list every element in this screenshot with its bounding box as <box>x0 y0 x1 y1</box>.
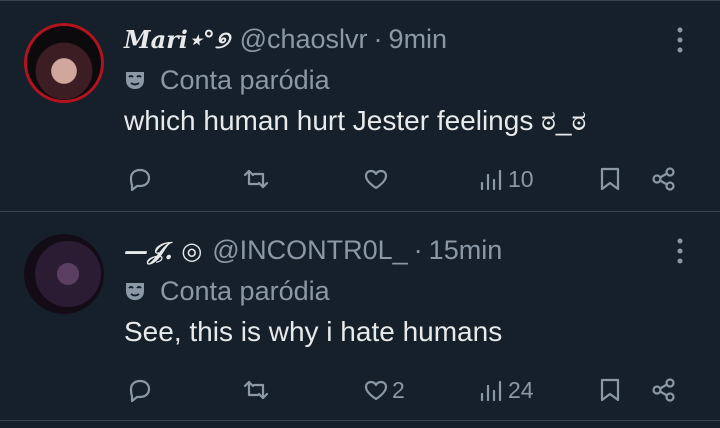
like-button[interactable] <box>362 159 390 199</box>
parody-text: Conta paródia <box>160 275 330 306</box>
parody-mask-icon <box>126 72 144 89</box>
reply-icon <box>129 379 151 403</box>
tweet[interactable]: —𝒥. ◎ @INCONTR0L_ · 15min Conta paródia … <box>0 212 720 420</box>
bookmark-button[interactable] <box>596 159 624 199</box>
tweet-text: which human hurt Jester feelings ಠ_ಠ <box>124 105 587 136</box>
views-button[interactable]: 24 <box>478 370 534 410</box>
parody-text: Conta paródia <box>160 64 330 95</box>
views-count: 10 <box>508 165 534 192</box>
retweet-button[interactable] <box>242 159 270 199</box>
tweet-actions: 2 24 <box>124 370 694 410</box>
timestamp[interactable]: 15min <box>429 235 503 266</box>
bookmark-icon <box>600 378 620 402</box>
share-button[interactable] <box>650 370 678 410</box>
retweet-button[interactable] <box>242 370 270 410</box>
timestamp[interactable]: 9min <box>389 24 448 55</box>
separator-dot: · <box>413 234 423 265</box>
more-icon[interactable] <box>670 236 690 266</box>
avatar[interactable] <box>24 234 104 314</box>
tweet[interactable]: Mari⋆°୭ @chaoslvr · 9min Conta paródia w… <box>0 1 720 211</box>
like-icon <box>364 380 388 401</box>
display-name[interactable]: —𝒥. ◎ <box>124 236 202 265</box>
reply-button[interactable] <box>126 370 154 410</box>
views-icon <box>480 169 502 191</box>
bookmark-icon <box>600 167 620 191</box>
likes-count: 2 <box>392 376 405 403</box>
retweet-icon <box>243 169 269 189</box>
separator-dot: · <box>373 23 383 54</box>
tweet-actions: 10 <box>124 159 694 199</box>
display-name[interactable]: Mari⋆°୭ <box>124 25 230 54</box>
bottom-divider <box>0 420 720 421</box>
views-button[interactable]: 10 <box>478 159 534 199</box>
tweet-text: See, this is why i hate humans <box>124 316 503 347</box>
tweet-header: —𝒥. ◎ @INCONTR0L_ · 15min <box>124 232 502 268</box>
reply-icon <box>129 168 151 192</box>
avatar[interactable] <box>24 23 104 103</box>
share-icon <box>652 167 675 191</box>
reply-button[interactable] <box>126 159 154 199</box>
share-icon <box>652 378 675 402</box>
share-button[interactable] <box>650 159 678 199</box>
views-count: 24 <box>508 376 534 403</box>
parody-mask-icon <box>126 283 144 300</box>
parody-label: Conta paródia <box>124 272 330 310</box>
retweet-icon <box>243 380 269 400</box>
parody-label: Conta paródia <box>124 61 330 99</box>
user-handle[interactable]: @chaoslvr <box>240 24 368 55</box>
like-icon <box>364 169 388 190</box>
user-handle[interactable]: @INCONTR0L_ <box>212 235 407 266</box>
like-button[interactable]: 2 <box>362 370 405 410</box>
views-icon <box>480 380 502 402</box>
tweet-header: Mari⋆°୭ @chaoslvr · 9min <box>124 21 447 57</box>
bookmark-button[interactable] <box>596 370 624 410</box>
more-icon[interactable] <box>670 25 690 55</box>
